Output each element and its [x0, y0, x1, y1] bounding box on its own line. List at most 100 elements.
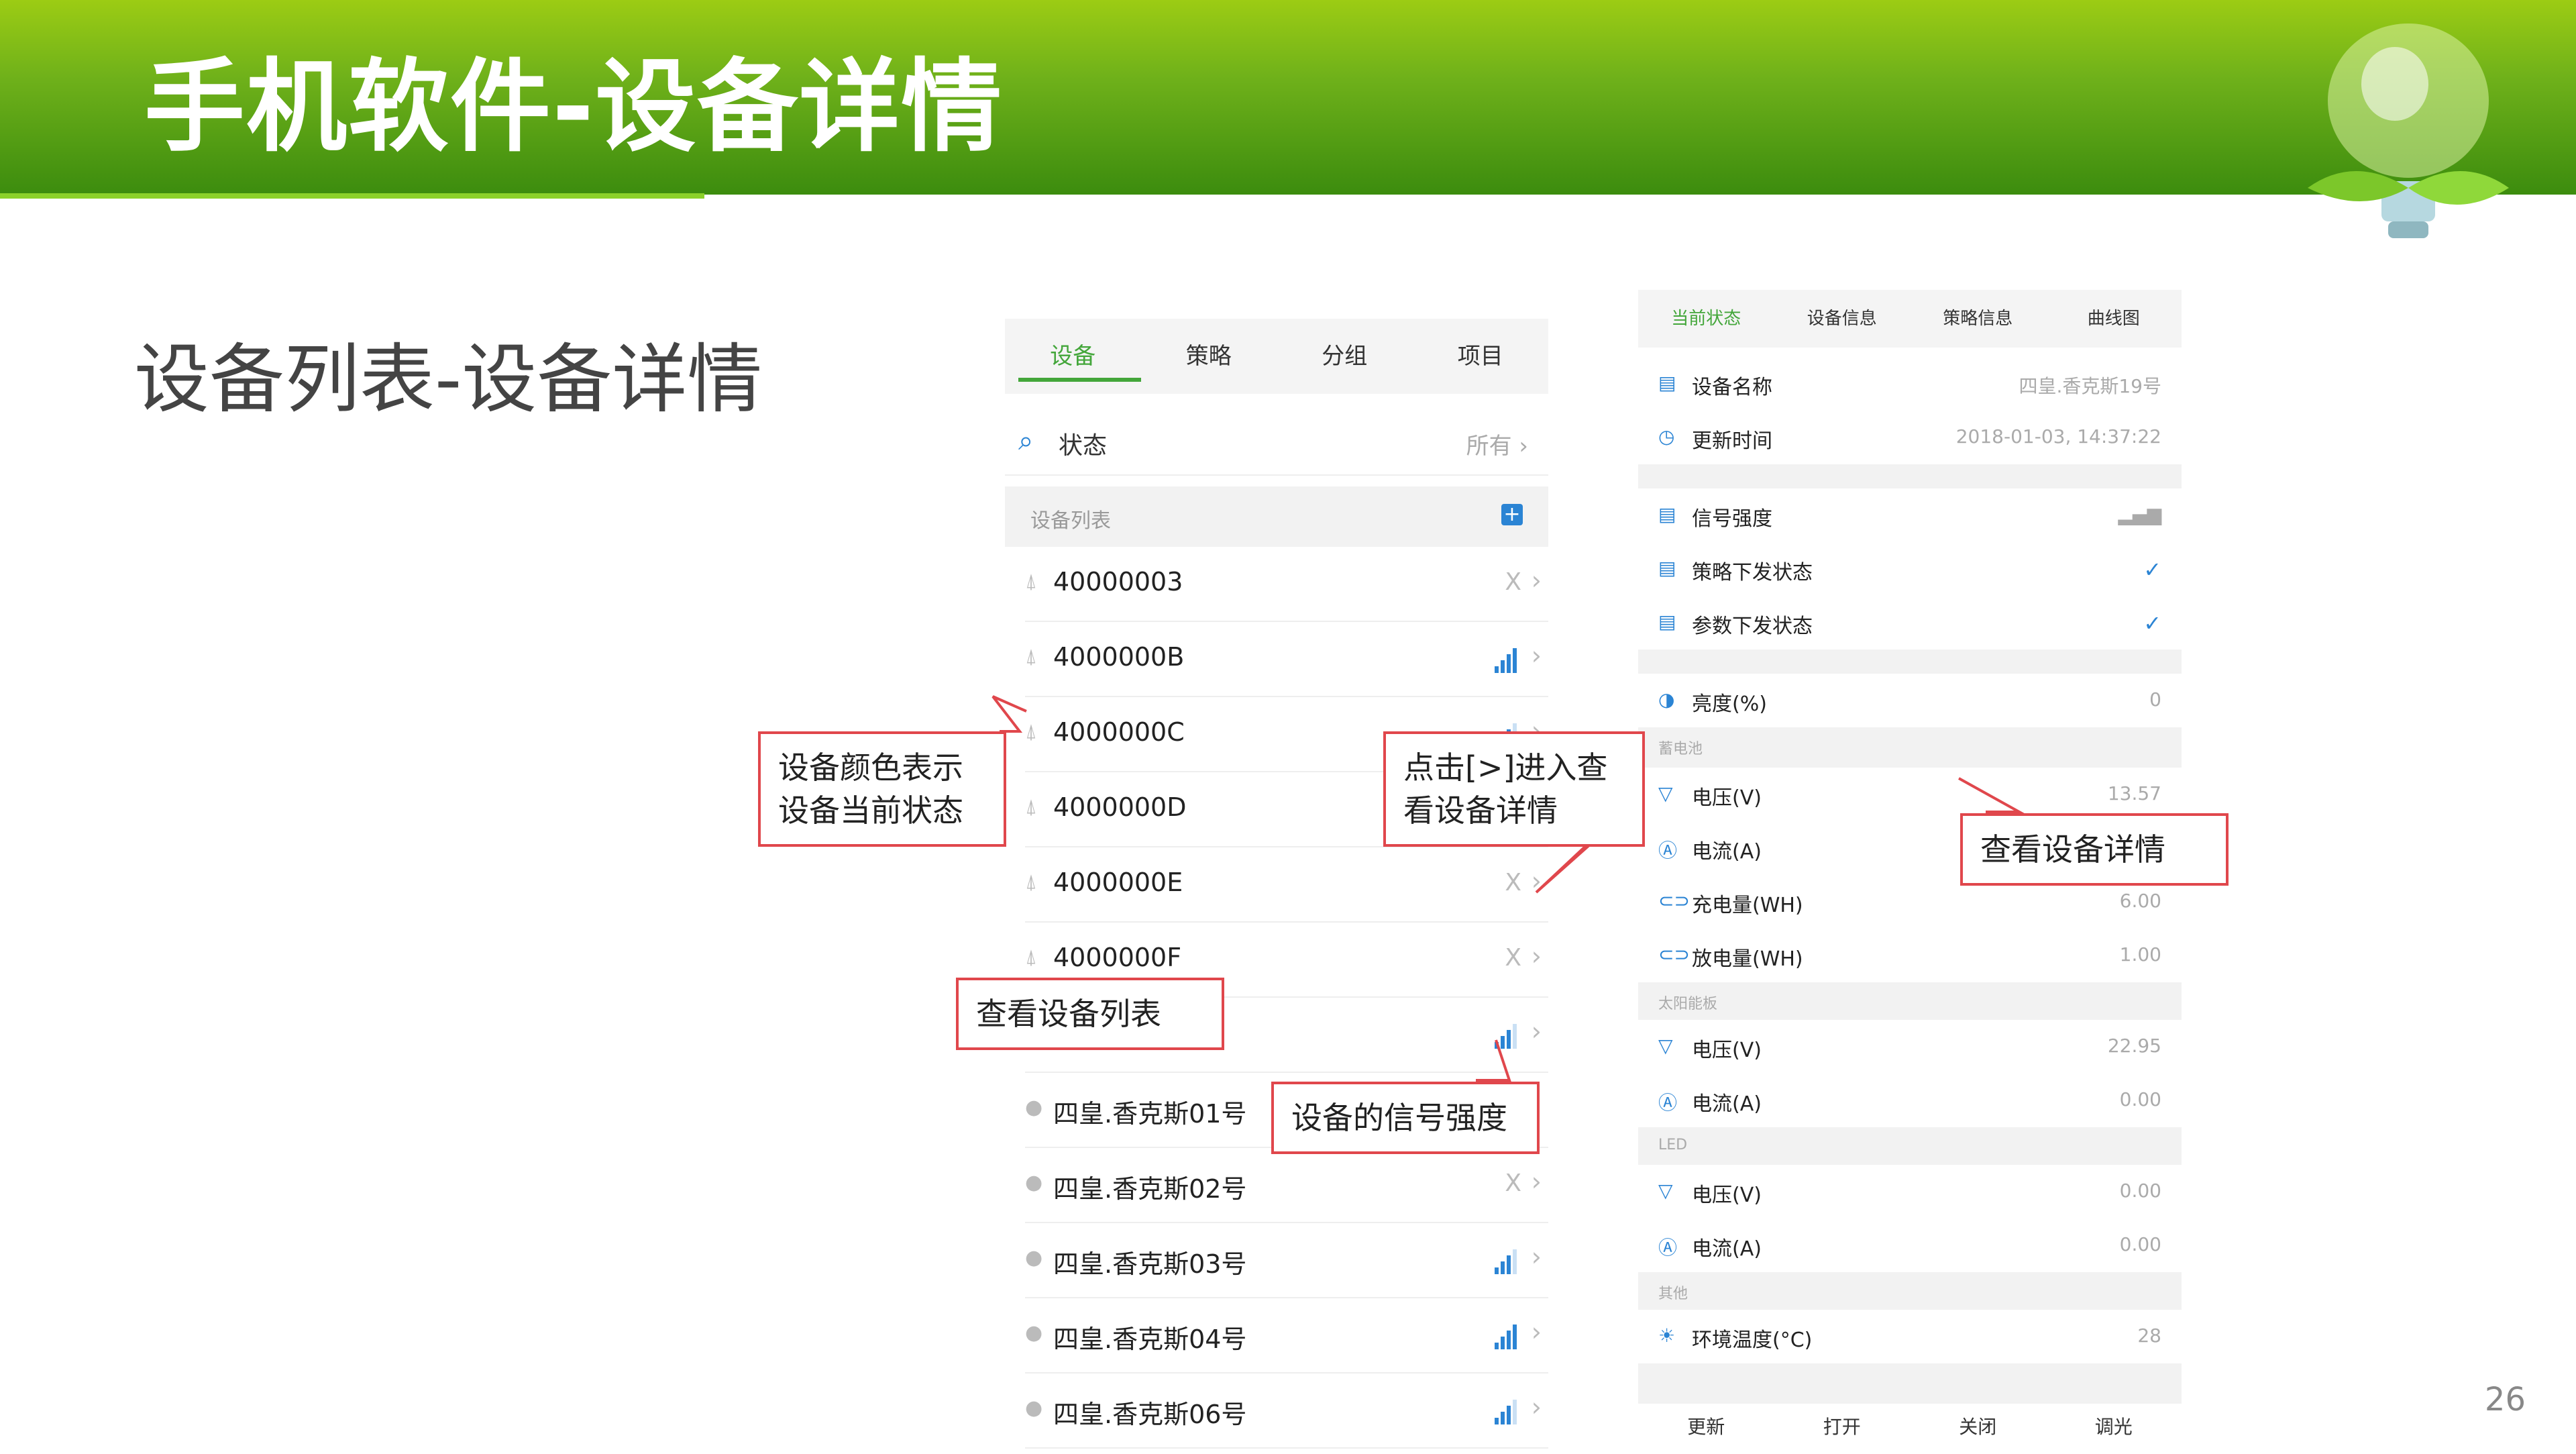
tab-strategy-info[interactable]: 策略信息 [1910, 290, 2046, 348]
device-name: 四皇.香克斯01号 [1053, 1099, 1247, 1129]
detail-row: ▤ 信号强度 ▂▄▆ [1638, 488, 2182, 543]
tab-group[interactable]: 分组 [1277, 319, 1413, 394]
detail-tabs: 当前状态 设备信息 策略信息 曲线图 [1638, 290, 2182, 348]
header-underline [0, 193, 704, 199]
chevron-right-icon[interactable]: › [1532, 866, 1542, 896]
row-label: 电流(A) [1692, 1092, 1762, 1116]
row-icon: Ⓐ [1658, 1237, 1678, 1259]
antenna-icon: ⍋ [1025, 720, 1037, 743]
row-icon: ⊂⊃ [1658, 890, 1690, 912]
chevron-right-icon[interactable]: › [1532, 1317, 1542, 1347]
section-group [1638, 650, 2182, 674]
row-value: 0.00 [2119, 1088, 2161, 1110]
device-name: 4000000B [1053, 642, 1185, 672]
tab-device-info[interactable]: 设备信息 [1774, 290, 1911, 348]
chevron-right-icon[interactable]: › [1532, 1167, 1542, 1196]
row-label: 设备名称 [1692, 376, 1772, 399]
list-item[interactable]: ⍋ 4000000B › [1025, 622, 1548, 697]
row-label: 信号强度 [1692, 507, 1772, 531]
row-value: 0 [2149, 688, 2161, 711]
row-label: 更新时间 [1692, 429, 1772, 453]
list-tabs: 设备 策略 分组 项目 [1005, 319, 1548, 394]
dimming-button[interactable]: 调光 [2046, 1400, 2182, 1454]
refresh-button[interactable]: 更新 [1638, 1400, 1774, 1454]
slide-title: 手机软件-设备详情 [144, 49, 1004, 166]
row-value: 22.95 [2107, 1035, 2161, 1057]
section-group-label: LED [1658, 1137, 1688, 1153]
list-item[interactable]: ● 四皇.香克斯02号 X › [1025, 1148, 1548, 1223]
device-list-screen: 设备 策略 分组 项目 ⌕ 状态 所有 › 设备列表 + ⍋ 40000003 X ›… [1005, 319, 1548, 1449]
turn-off-button[interactable]: 关闭 [1910, 1400, 2046, 1454]
offline-status: X [1505, 1170, 1521, 1197]
row-label: 电流(A) [1692, 1237, 1762, 1261]
row-value: 0.00 [2119, 1180, 2161, 1202]
device-name: 四皇.香克斯02号 [1053, 1174, 1247, 1204]
chevron-right-icon[interactable]: › [1532, 941, 1542, 971]
device-name: 四皇.香克斯04号 [1053, 1325, 1247, 1354]
row-icon: ▤ [1658, 372, 1676, 394]
device-name: 四皇.香克斯06号 [1053, 1400, 1247, 1429]
tab-current-status[interactable]: 当前状态 [1638, 290, 1774, 348]
row-label: 放电量(WH) [1692, 947, 1803, 971]
offline-status: X [1505, 869, 1521, 896]
list-item[interactable]: ● 四皇.香克斯06号 › [1025, 1373, 1548, 1449]
offline-status: X [1505, 944, 1521, 972]
tab-devices[interactable]: 设备 [1005, 319, 1141, 394]
list-item[interactable]: ⍋ 4000000E X › [1025, 847, 1548, 923]
device-name: 4000000E [1053, 868, 1183, 897]
row-label: 电压(V) [1692, 1184, 1762, 1207]
tab-strategy[interactable]: 策略 [1141, 319, 1277, 394]
device-list-label: 设备列表 [1030, 509, 1111, 533]
row-icon: Ⓐ [1658, 1092, 1678, 1114]
section-group-label: 太阳能板 [1658, 996, 1718, 1012]
list-item[interactable]: ⍋ 40000003 X › [1025, 547, 1548, 622]
signal-strength-icon [1495, 647, 1521, 673]
row-label: 电压(V) [1692, 786, 1762, 810]
add-device-button[interactable]: + [1501, 504, 1523, 525]
device-name: 4000000C [1053, 717, 1185, 747]
section-group: 其他 [1638, 1272, 2182, 1310]
led-row: Ⓐ 电流(A) 0.00 [1638, 1218, 2182, 1274]
row-value: 0.00 [2119, 1233, 2161, 1255]
row-label: 电压(V) [1692, 1039, 1762, 1062]
turn-on-button[interactable]: 打开 [1774, 1400, 1911, 1454]
brightness-row: ◑ 亮度(%) 0 [1638, 674, 2182, 729]
row-value: 28 [2137, 1325, 2161, 1347]
row-icon: ▤ [1658, 611, 1676, 633]
tab-curve[interactable]: 曲线图 [2046, 290, 2182, 348]
row-label: 策略下发状态 [1692, 561, 1813, 584]
row-icon: ⊂⊃ [1658, 943, 1690, 966]
tab-project[interactable]: 项目 [1413, 319, 1549, 394]
section-group-label: 蓄电池 [1658, 741, 1703, 758]
callout-view-list: 查看设备列表 [956, 978, 1224, 1050]
chevron-right-icon[interactable]: › [1532, 641, 1542, 670]
antenna-icon: ⍋ [1025, 645, 1037, 668]
status-filter-row[interactable]: ⌕ 状态 所有 › [1005, 407, 1548, 476]
chevron-right-icon[interactable]: › [1532, 1242, 1542, 1271]
antenna-icon: ⍋ [1025, 795, 1037, 819]
detail-row: ▤ 策略下发状态 ✓ [1638, 542, 2182, 597]
row-value: 13.57 [2107, 782, 2161, 804]
solar-row: ▽ 电压(V) 22.95 [1638, 1020, 2182, 1075]
offline-status: X [1505, 568, 1521, 596]
list-item[interactable]: ● 四皇.香克斯03号 › [1025, 1223, 1548, 1298]
chevron-right-icon[interactable]: › [1532, 566, 1542, 595]
row-label: 充电量(WH) [1692, 894, 1803, 917]
list-item[interactable]: ● 四皇.香克斯04号 › [1025, 1298, 1548, 1373]
row-icon: ▤ [1658, 503, 1676, 525]
bulb-icon: ● [1025, 1246, 1043, 1269]
status-filter-label: 状态 [1059, 432, 1108, 460]
bulb-icon: ● [1025, 1321, 1043, 1345]
detail-action-bar: 更新 打开 关闭 调光 [1638, 1400, 2182, 1454]
row-value: ✓ [2143, 557, 2161, 582]
device-list-header: 设备列表 + [1005, 486, 1548, 547]
device-name: 40000003 [1053, 567, 1183, 596]
chevron-right-icon[interactable]: › [1532, 1392, 1542, 1422]
search-icon: ⌕ [1018, 425, 1034, 456]
chevron-right-icon[interactable]: › [1532, 1017, 1542, 1046]
device-name: 四皇.香克斯03号 [1053, 1249, 1247, 1279]
row-value: 2018-01-03, 14:37:22 [1955, 425, 2161, 448]
row-icon: Ⓐ [1658, 839, 1678, 862]
battery-row: ⊂⊃ 放电量(WH) 1.00 [1638, 929, 2182, 984]
page-number: 26 [2484, 1381, 2526, 1418]
